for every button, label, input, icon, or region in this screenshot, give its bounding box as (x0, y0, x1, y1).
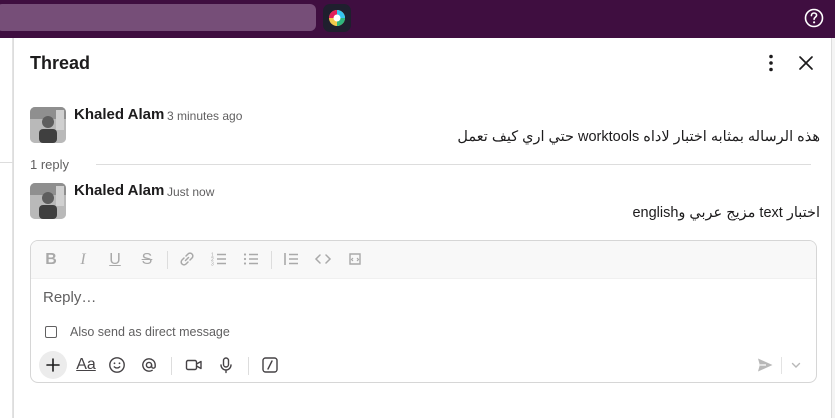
formatting-toolbar: B I U S 123 (31, 241, 816, 279)
message-text: اختبار text مزيج عربي وenglish (632, 205, 820, 221)
link-icon[interactable] (177, 250, 197, 270)
code-icon[interactable] (313, 250, 333, 270)
message-timestamp[interactable]: Just now (167, 185, 214, 199)
avatar[interactable] (30, 183, 66, 219)
message-author[interactable]: Khaled Alam (74, 106, 164, 123)
divider-line (96, 164, 811, 165)
also-send-checkbox[interactable] (45, 326, 57, 338)
toolbar-separator (248, 357, 249, 375)
search-bar[interactable] (0, 4, 316, 31)
bulleted-list-icon[interactable] (241, 250, 261, 270)
code-block-icon[interactable] (345, 250, 365, 270)
toolbar-separator (781, 357, 782, 374)
thread-title: Thread (30, 53, 91, 73)
video-icon[interactable] (184, 355, 204, 375)
reply-divider: 1 reply (30, 155, 811, 173)
thread-reply-message: Khaled Alam Just now اختبار text مزيج عر… (30, 182, 820, 225)
reply-input[interactable]: Reply… (43, 289, 96, 306)
help-icon[interactable] (804, 8, 824, 28)
thread-header: Thread (14, 38, 831, 90)
underline-icon[interactable]: U (105, 250, 125, 270)
more-actions-icon[interactable] (760, 52, 782, 74)
toolbar-separator (271, 251, 272, 269)
blockquote-icon[interactable] (281, 250, 301, 270)
message-timestamp[interactable]: 3 minutes ago (167, 109, 242, 123)
ordered-list-icon[interactable]: 123 (209, 250, 229, 270)
toolbar-separator (171, 357, 172, 375)
emoji-icon[interactable] (107, 355, 127, 375)
reply-composer: B I U S 123 Reply… Also send as direct m… (30, 240, 817, 383)
microphone-icon[interactable] (216, 355, 236, 375)
message-author[interactable]: Khaled Alam (74, 182, 164, 199)
thread-panel: Thread Khaled Alam 3 minutes ago هذه الر… (13, 38, 832, 418)
plus-icon[interactable] (39, 351, 67, 379)
divider (0, 162, 13, 163)
italic-icon[interactable]: I (73, 250, 93, 270)
toolbar-separator (167, 251, 168, 269)
also-send-label[interactable]: Also send as direct message (70, 325, 230, 339)
close-icon[interactable] (795, 52, 817, 74)
composer-actions: Aa (31, 349, 816, 382)
slash-command-icon[interactable] (260, 355, 280, 375)
chevron-down-icon[interactable] (789, 358, 803, 372)
reply-count: 1 reply (30, 157, 70, 172)
text-format-icon[interactable]: Aa (76, 355, 96, 375)
svg-text:3: 3 (211, 262, 214, 268)
thread-parent-message: Khaled Alam 3 minutes ago هذه الرساله بم… (30, 106, 820, 149)
mention-icon[interactable] (139, 355, 159, 375)
send-icon[interactable] (756, 356, 774, 374)
bold-icon[interactable]: B (41, 250, 61, 270)
strikethrough-icon[interactable]: S (137, 250, 157, 270)
workspace-app-icon[interactable] (323, 4, 351, 32)
top-bar (0, 0, 835, 38)
avatar[interactable] (30, 107, 66, 143)
channel-pane-edge (0, 38, 13, 418)
text-format-label: Aa (76, 356, 96, 373)
message-text: هذه الرساله بمثابه اختبار لاداه worktool… (457, 129, 820, 145)
